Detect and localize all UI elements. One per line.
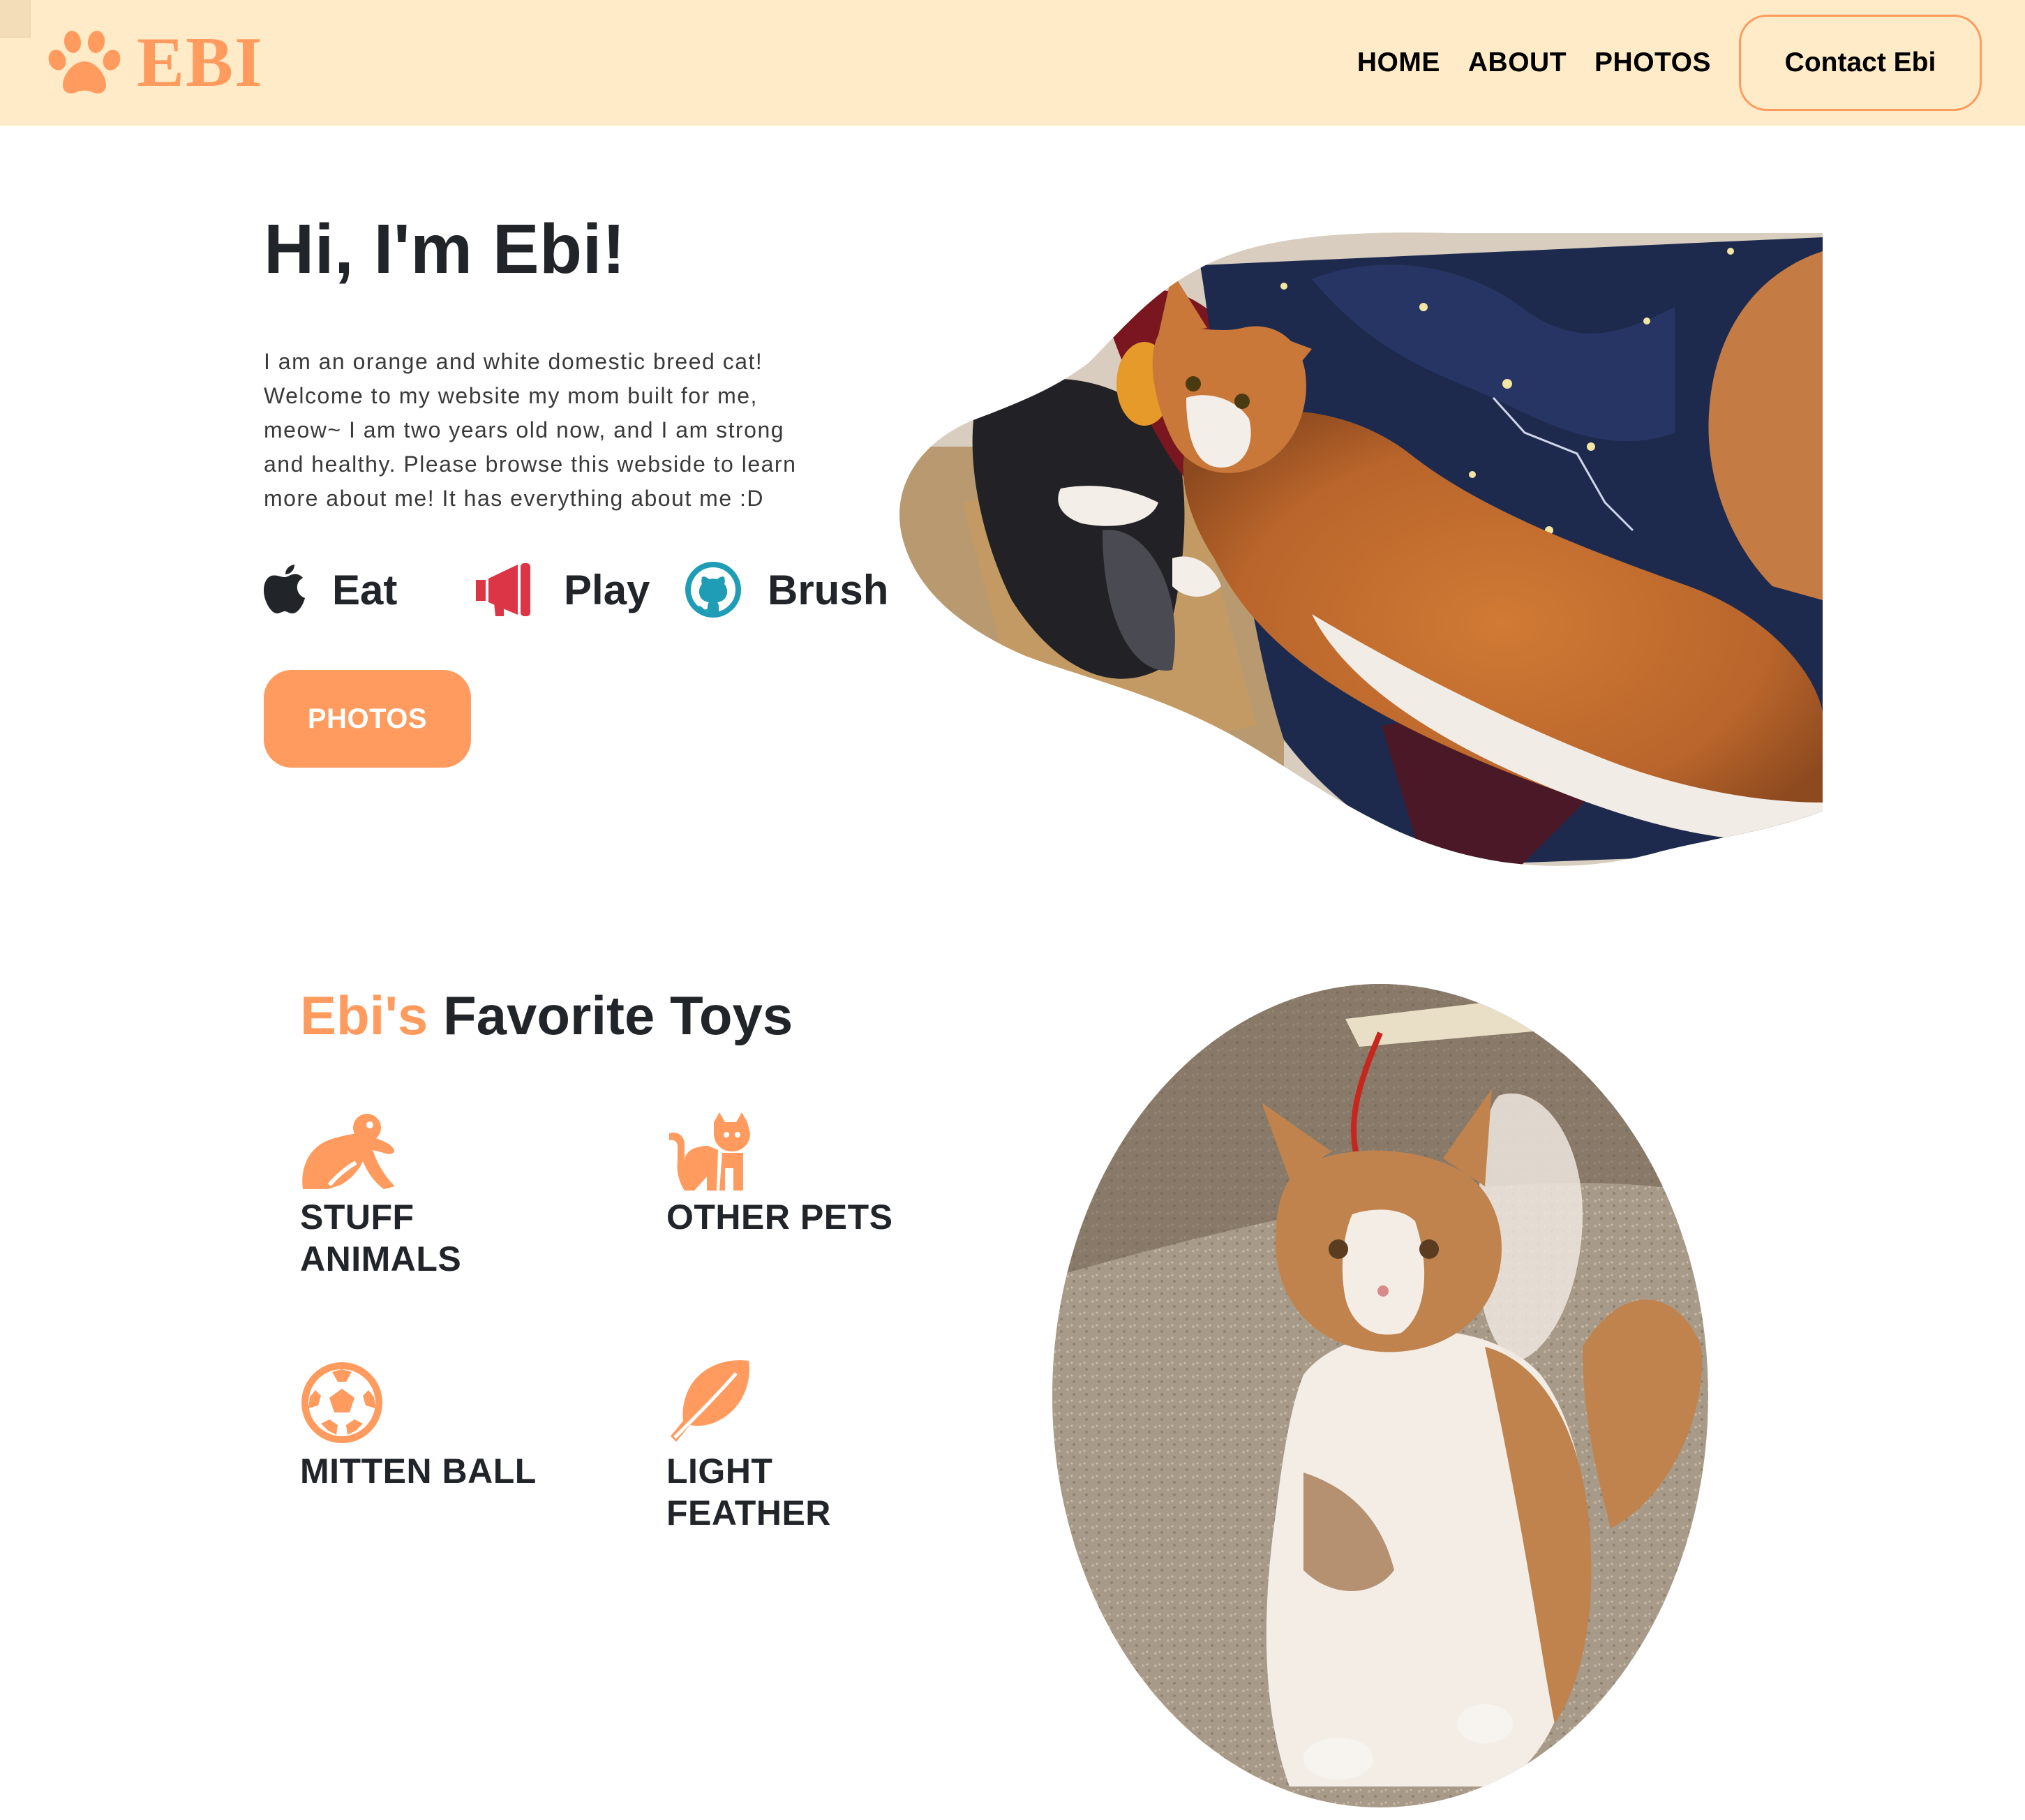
corner-mark xyxy=(0,0,31,38)
toy-label-line: ANIMALS xyxy=(300,1239,462,1278)
description-line: and healthy. Please browse this webside … xyxy=(264,452,797,477)
skill-play: Play xyxy=(473,551,650,628)
hero-title: Hi, I'm Ebi! xyxy=(264,210,626,288)
toys-title-rest: Favorite Toys xyxy=(428,985,793,1046)
toy-item: MITTEN BALL xyxy=(300,1361,537,1492)
paw-icon xyxy=(48,31,121,94)
skill-label: Brush xyxy=(768,566,889,613)
description-line: more about me! It has everything about m… xyxy=(264,486,764,511)
description-line: meow~ I am two years old now, and I am s… xyxy=(264,417,785,442)
cat-icon xyxy=(669,1112,750,1191)
feather-icon xyxy=(671,1360,749,1442)
nav-about[interactable]: ABOUT xyxy=(1468,47,1567,78)
toy-item: STUFF ANIMALS xyxy=(300,1112,461,1280)
toy-label: OTHER PETS xyxy=(666,1196,892,1238)
toy-item: OTHER PETS xyxy=(666,1112,892,1238)
page: EBI HOME ABOUT PHOTOS Contact Ebi Hi, I'… xyxy=(0,0,2025,1820)
toys-title-accent: Ebi's xyxy=(300,985,428,1046)
site-header: EBI HOME ABOUT PHOTOS Contact Ebi xyxy=(0,0,2025,126)
toy-label-line: MITTEN BALL xyxy=(300,1452,537,1491)
megaphone-icon xyxy=(476,563,530,616)
brand-name: EBI xyxy=(137,23,264,102)
hero-description: I am an orange and white domestic breed … xyxy=(264,345,843,516)
nav-home[interactable]: HOME xyxy=(1357,47,1440,78)
toy-label-line: STUFF xyxy=(300,1198,414,1237)
skill-eat: Eat xyxy=(264,551,397,628)
soccer-ball-icon xyxy=(301,1362,382,1443)
toy-cat-photo xyxy=(1052,984,1708,1807)
github-icon xyxy=(685,562,741,618)
toy-label: MITTEN BALL xyxy=(300,1450,537,1492)
skill-label: Eat xyxy=(332,566,398,613)
toys-title: Ebi's Favorite Toys xyxy=(300,984,793,1047)
skill-brush: Brush xyxy=(685,551,888,628)
toy-item: LIGHT FEATHER xyxy=(666,1358,831,1534)
toy-label: LIGHT FEATHER xyxy=(666,1450,831,1534)
main-nav: HOME ABOUT PHOTOS Contact Ebi xyxy=(1357,0,1982,126)
photos-button[interactable]: PHOTOS xyxy=(264,670,471,768)
frog-icon xyxy=(302,1114,395,1189)
description-line: Welcome to my website my mom built for m… xyxy=(264,383,758,408)
toy-label-line: FEATHER xyxy=(666,1493,831,1532)
hero-cat-photo xyxy=(899,232,1823,866)
skill-label: Play xyxy=(564,566,650,613)
apple-icon xyxy=(264,565,305,613)
toy-label-line: LIGHT xyxy=(666,1452,773,1491)
contact-button[interactable]: Contact Ebi xyxy=(1739,15,1982,111)
toy-label: STUFF ANIMALS xyxy=(300,1196,461,1280)
nav-photos[interactable]: PHOTOS xyxy=(1594,47,1711,78)
toy-label-line: OTHER PETS xyxy=(666,1198,893,1237)
description-line: I am an orange and white domestic breed … xyxy=(264,349,763,374)
brand-logo[interactable]: EBI xyxy=(47,21,264,105)
